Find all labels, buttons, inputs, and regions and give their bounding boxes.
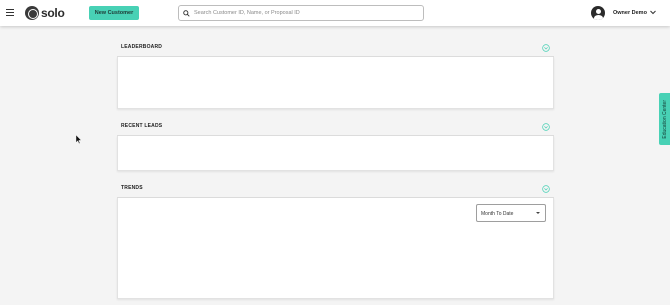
recent-leads-content bbox=[117, 136, 554, 171]
date-range-value: Month To Date bbox=[481, 211, 514, 217]
panel-title: RECENT LEADS bbox=[121, 123, 163, 129]
leaderboard-panel: LEADERBOARD bbox=[117, 39, 554, 109]
collapse-chevron-icon[interactable] bbox=[542, 185, 550, 193]
chevron-down-icon[interactable] bbox=[649, 9, 657, 16]
trends-content: Month To Date bbox=[117, 198, 554, 299]
panel-title: TRENDS bbox=[121, 185, 143, 191]
trends-panel: TRENDS Month To Date bbox=[117, 180, 554, 299]
logo-text: solo bbox=[41, 6, 65, 20]
menu-icon[interactable] bbox=[6, 9, 14, 17]
panel-header: TRENDS bbox=[117, 180, 554, 198]
search-icon bbox=[183, 9, 190, 17]
search-input[interactable] bbox=[194, 10, 414, 16]
panel-header: RECENT LEADS bbox=[117, 118, 554, 136]
leaderboard-content bbox=[117, 57, 554, 109]
logo-mark-icon bbox=[25, 6, 39, 20]
logo[interactable]: solo bbox=[25, 6, 65, 20]
top-bar: solo New Customer Owner Demo bbox=[0, 0, 670, 26]
mouse-cursor-icon bbox=[76, 135, 82, 144]
caret-down-icon bbox=[536, 212, 540, 214]
avatar-icon[interactable] bbox=[591, 6, 605, 20]
recent-leads-panel: RECENT LEADS bbox=[117, 118, 554, 171]
new-customer-button[interactable]: New Customer bbox=[89, 6, 139, 20]
search-box[interactable] bbox=[178, 5, 424, 21]
date-range-select[interactable]: Month To Date bbox=[476, 204, 546, 222]
education-center-tab[interactable]: Education Center bbox=[659, 93, 670, 145]
collapse-chevron-icon[interactable] bbox=[542, 44, 550, 52]
panel-title: LEADERBOARD bbox=[121, 44, 163, 50]
education-center-label: Education Center bbox=[661, 99, 668, 139]
collapse-chevron-icon[interactable] bbox=[542, 123, 550, 131]
user-name[interactable]: Owner Demo bbox=[613, 10, 647, 16]
panel-header: LEADERBOARD bbox=[117, 39, 554, 57]
